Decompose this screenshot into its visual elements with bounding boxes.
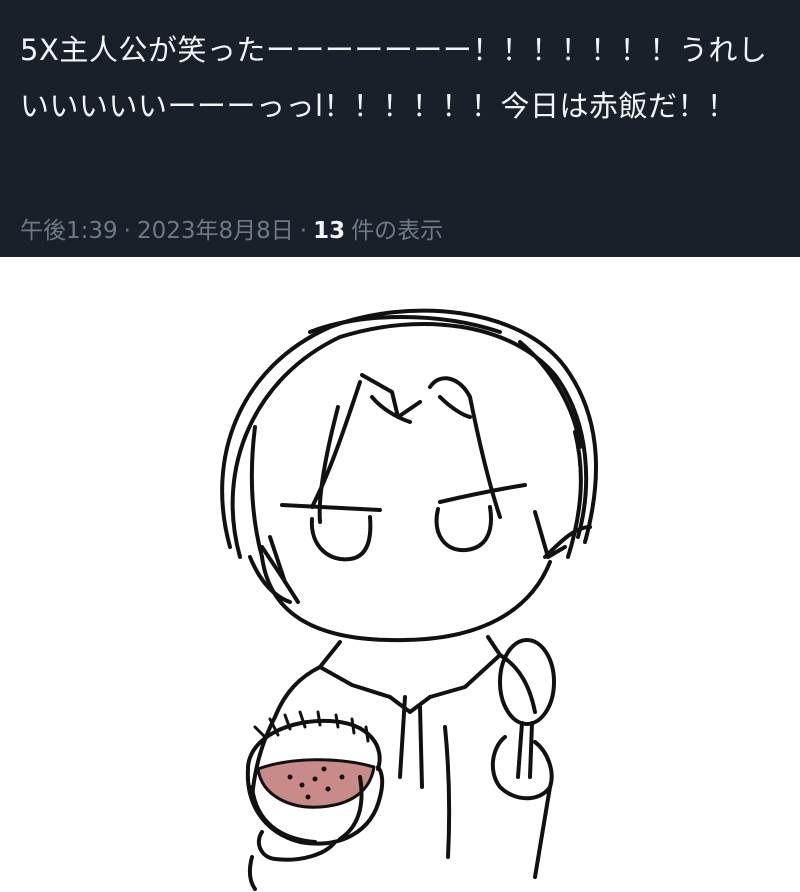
right-eye: [434, 505, 493, 553]
hair-strokes: [220, 308, 599, 559]
left-sleeve: [247, 855, 257, 891]
left-eyebrow: [280, 503, 382, 512]
left-hand: [256, 830, 337, 862]
views-label[interactable]: 件の表示: [351, 218, 443, 244]
bangs-strokes: [310, 373, 502, 524]
tweet-image[interactable]: [0, 257, 800, 892]
tweet-meta: 午後1:39 · 2023年8月8日 · 13 件の表示: [20, 211, 443, 245]
face-outline: [260, 555, 552, 643]
views-count[interactable]: 13: [313, 218, 345, 244]
body-strokes: [273, 653, 537, 859]
tweet-time[interactable]: 午後1:39: [20, 218, 118, 244]
meta-separator: ·: [299, 218, 308, 244]
tweet-date[interactable]: 2023年8月8日: [137, 218, 294, 244]
meta-separator: ·: [123, 218, 131, 244]
tweet-panel: 5X主人公が笑ったーーーーーーー！！！！！！！うれしいいいいいーーーっっl！！！…: [0, 0, 800, 257]
right-eyebrow: [438, 483, 527, 504]
side-hair-strokes: [248, 510, 592, 604]
tweet-text: 5X主人公が笑ったーーーーーーー！！！！！！！うれしいいいいいーーーっっl！！！…: [20, 33, 768, 123]
right-arm: [533, 785, 552, 879]
character-sketch: [220, 308, 599, 891]
